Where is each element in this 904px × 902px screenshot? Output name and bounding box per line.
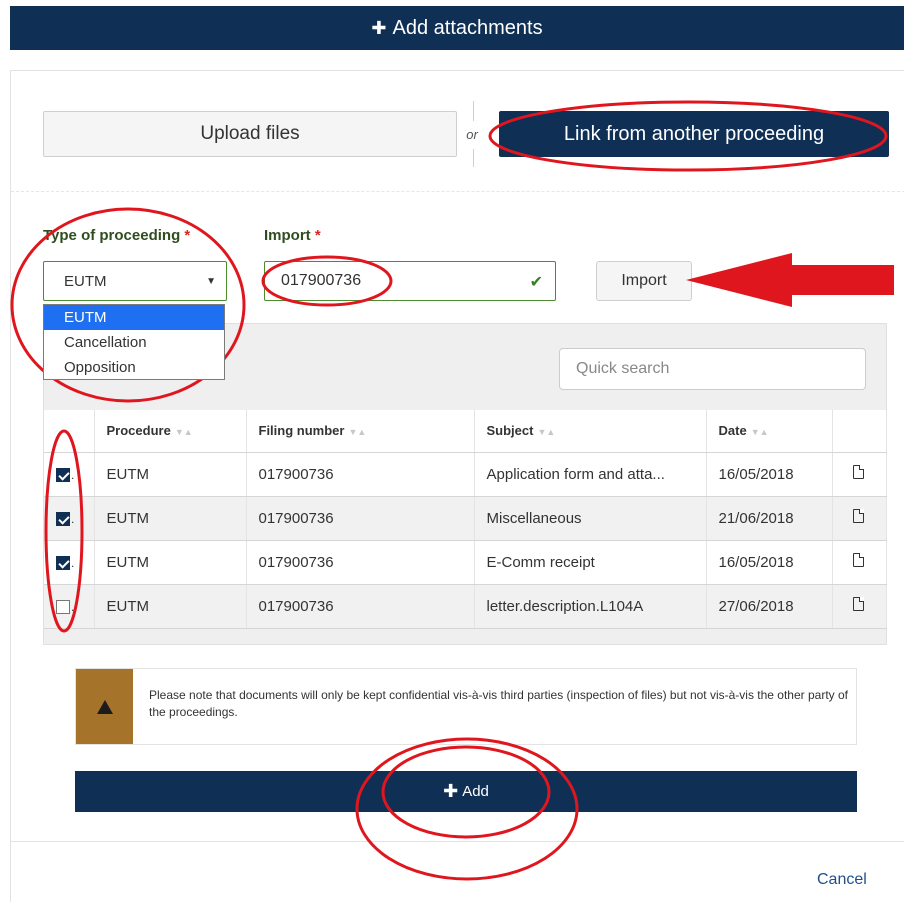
dialog-title: Add attachments — [392, 16, 543, 39]
dialog-header: ✚ Add attachments — [10, 6, 904, 50]
row-checkbox[interactable] — [56, 555, 70, 570]
document-icon[interactable] — [852, 553, 864, 567]
column-header-date[interactable]: Date ▼▲ — [706, 410, 833, 453]
filing-cell: 017900736 — [246, 540, 475, 585]
notice-text: Please note that documents will only be … — [149, 688, 849, 719]
document-icon[interactable] — [852, 597, 864, 611]
filing-cell: 017900736 — [246, 496, 475, 541]
row-checkbox[interactable] — [56, 511, 70, 526]
caret-down-icon: ▼ — [206, 276, 216, 287]
row-checkbox[interactable] — [56, 467, 70, 482]
date-cell: 16/05/2018 — [706, 452, 833, 497]
subject-link[interactable]: letter.description.L104A — [474, 584, 707, 629]
procedure-cell: EUTM — [94, 584, 247, 629]
subject-link[interactable]: E-Comm receipt — [474, 540, 707, 585]
cancel-link[interactable]: Cancel — [817, 871, 867, 889]
type-dropdown: EUTM Cancellation Opposition — [43, 304, 225, 380]
attachments-panel: Upload files or Link from another procee… — [10, 70, 904, 902]
filing-cell: 017900736 — [246, 452, 475, 497]
table-row: . EUTM 017900736 E-Comm receipt 16/05/20… — [44, 540, 887, 585]
column-header-subject[interactable]: Subject ▼▲ — [474, 410, 707, 453]
date-cell: 27/06/2018 — [706, 584, 833, 629]
import-button[interactable]: Import — [596, 261, 692, 301]
link-proceeding-button[interactable]: Link from another proceeding — [499, 111, 889, 157]
filing-cell: 017900736 — [246, 584, 475, 629]
table-row: . EUTM 017900736 letter.description.L104… — [44, 584, 887, 629]
select-column-header — [44, 410, 95, 453]
sort-icon: ▼▲ — [537, 427, 556, 438]
confidentiality-notice: Please note that documents will only be … — [75, 668, 857, 745]
type-select[interactable]: EUTM ▼ — [43, 261, 227, 301]
type-label: Type of proceeding * — [43, 227, 191, 244]
sort-icon: ▼▲ — [348, 427, 367, 438]
add-button[interactable]: ✚ Add — [75, 771, 857, 812]
table-row: . EUTM 017900736 Application form and at… — [44, 452, 887, 497]
section-divider — [11, 191, 904, 192]
procedure-cell: EUTM — [94, 452, 247, 497]
warning-icon — [76, 669, 133, 744]
document-icon[interactable] — [852, 509, 864, 523]
upload-files-button[interactable]: Upload files — [43, 111, 457, 157]
plus-icon: ✚ — [443, 781, 459, 801]
action-column-header — [832, 410, 887, 453]
procedure-cell: EUTM — [94, 496, 247, 541]
sort-icon: ▼▲ — [750, 427, 769, 438]
or-label: or — [457, 127, 487, 142]
option-eutm[interactable]: EUTM — [44, 305, 224, 330]
subject-link[interactable]: Application form and atta... — [474, 452, 707, 497]
row-checkbox[interactable] — [56, 599, 70, 614]
quick-search-input[interactable]: Quick search — [559, 348, 866, 390]
document-icon[interactable] — [852, 465, 864, 479]
option-cancellation[interactable]: Cancellation — [44, 330, 224, 355]
option-opposition[interactable]: Opposition — [44, 355, 224, 380]
footer-divider — [11, 841, 904, 842]
import-input[interactable]: 017900736 ✔ — [264, 261, 556, 301]
sort-icon: ▼▲ — [174, 427, 193, 438]
column-header-procedure[interactable]: Procedure ▼▲ — [94, 410, 247, 453]
results-table: Procedure ▼▲ Filing number ▼▲ Subject ▼▲ Da… — [44, 410, 887, 629]
procedure-cell: EUTM — [94, 540, 247, 585]
table-row: . EUTM 017900736 Miscellaneous 21/06/201… — [44, 496, 887, 541]
column-header-filing[interactable]: Filing number ▼▲ — [246, 410, 475, 453]
date-cell: 21/06/2018 — [706, 496, 833, 541]
plus-icon: ✚ — [371, 17, 387, 38]
subject-link[interactable]: Miscellaneous — [474, 496, 707, 541]
table-header-row: Procedure ▼▲ Filing number ▼▲ Subject ▼▲ Da… — [44, 410, 887, 453]
check-icon: ✔ — [529, 274, 543, 291]
date-cell: 16/05/2018 — [706, 540, 833, 585]
import-label: Import * — [264, 227, 321, 244]
